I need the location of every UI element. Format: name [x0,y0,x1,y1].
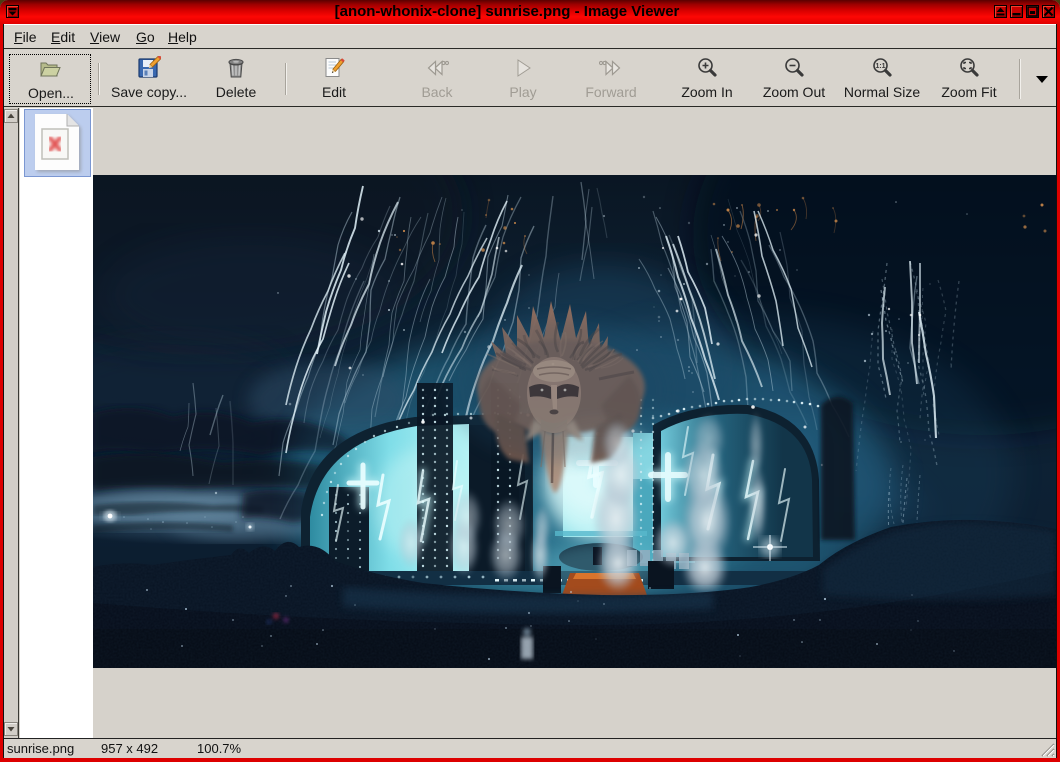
svg-text:1:1: 1:1 [875,63,885,70]
